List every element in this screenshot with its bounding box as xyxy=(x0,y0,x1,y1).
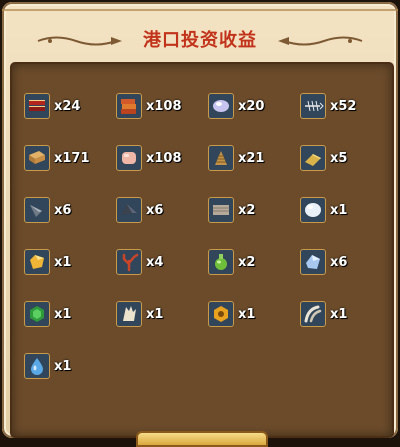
stone-slab-icon xyxy=(208,197,234,223)
reward-quantity: x1 xyxy=(54,254,72,270)
reward-item[interactable]: x108 xyxy=(116,80,208,132)
reward-item[interactable]: x1 xyxy=(24,340,116,392)
reward-quantity: x2 xyxy=(238,202,256,218)
blue-crystal-icon xyxy=(300,249,326,275)
reward-item[interactable]: x20 xyxy=(208,80,300,132)
reward-quantity: x6 xyxy=(330,254,348,270)
confirm-button[interactable] xyxy=(136,431,268,447)
reward-item[interactable]: x52 xyxy=(300,80,392,132)
reward-quantity: x108 xyxy=(146,98,182,114)
tusk-icon xyxy=(300,301,326,327)
reward-quantity: x5 xyxy=(330,150,348,166)
reward-quantity: x4 xyxy=(146,254,164,270)
reward-item[interactable]: x4 xyxy=(116,236,208,288)
purple-crystal-icon xyxy=(208,93,234,119)
white-leaf-icon xyxy=(116,301,142,327)
reward-item[interactable]: x6 xyxy=(24,184,116,236)
reward-quantity: x1 xyxy=(330,202,348,218)
reward-quantity: x171 xyxy=(54,150,90,166)
reward-quantity: x6 xyxy=(146,202,164,218)
reward-quantity: x2 xyxy=(238,254,256,270)
reward-quantity: x21 xyxy=(238,150,265,166)
reward-quantity: x52 xyxy=(330,98,357,114)
reward-item[interactable]: x2 xyxy=(208,236,300,288)
wood-planks-icon xyxy=(24,145,50,171)
top-ornament xyxy=(2,9,398,11)
coral-icon xyxy=(116,249,142,275)
pearl-icon xyxy=(300,197,326,223)
water-drop-icon xyxy=(24,353,50,379)
reward-item[interactable]: x108 xyxy=(116,132,208,184)
reward-item[interactable]: x1 xyxy=(24,288,116,340)
reward-item[interactable]: x5 xyxy=(300,132,392,184)
fish-bone-icon xyxy=(300,93,326,119)
reward-item[interactable]: x6 xyxy=(300,236,392,288)
reward-quantity: x6 xyxy=(54,202,72,218)
rope-coil-icon xyxy=(208,145,234,171)
reward-quantity: x24 xyxy=(54,98,81,114)
reward-quantity: x108 xyxy=(146,150,182,166)
books-stack-icon xyxy=(116,93,142,119)
reward-item[interactable]: x21 xyxy=(208,132,300,184)
reward-item[interactable]: x2 xyxy=(208,184,300,236)
reward-item[interactable]: x1 xyxy=(300,184,392,236)
red-books-icon xyxy=(24,93,50,119)
drill-bit-icon xyxy=(24,197,50,223)
reward-quantity: x1 xyxy=(330,306,348,322)
reward-item[interactable]: x24 xyxy=(24,80,116,132)
reward-quantity: x1 xyxy=(238,306,256,322)
reward-item[interactable]: x1 xyxy=(24,236,116,288)
reward-quantity: x20 xyxy=(238,98,265,114)
gold-hexagon-icon xyxy=(208,301,234,327)
title-ornament-right-icon xyxy=(278,36,363,46)
reward-quantity: x1 xyxy=(146,306,164,322)
green-potion-icon xyxy=(208,249,234,275)
rewards-panel: x24 x108 x20 x52 x171 x108 x21 x5 x6 x6 … xyxy=(10,62,394,438)
rewards-grid: x24 x108 x20 x52 x171 x108 x21 x5 x6 x6 … xyxy=(24,80,392,392)
gold-bar-icon xyxy=(300,145,326,171)
emerald-gem-icon xyxy=(24,301,50,327)
reward-item[interactable]: x1 xyxy=(300,288,392,340)
reward-item[interactable]: x171 xyxy=(24,132,116,184)
reward-quantity: x1 xyxy=(54,358,72,374)
reward-item[interactable]: x6 xyxy=(116,184,208,236)
dark-ore-icon xyxy=(116,197,142,223)
pink-stone-icon xyxy=(116,145,142,171)
reward-item[interactable]: x1 xyxy=(116,288,208,340)
reward-quantity: x1 xyxy=(54,306,72,322)
topaz-gem-icon xyxy=(24,249,50,275)
reward-item[interactable]: x1 xyxy=(208,288,300,340)
